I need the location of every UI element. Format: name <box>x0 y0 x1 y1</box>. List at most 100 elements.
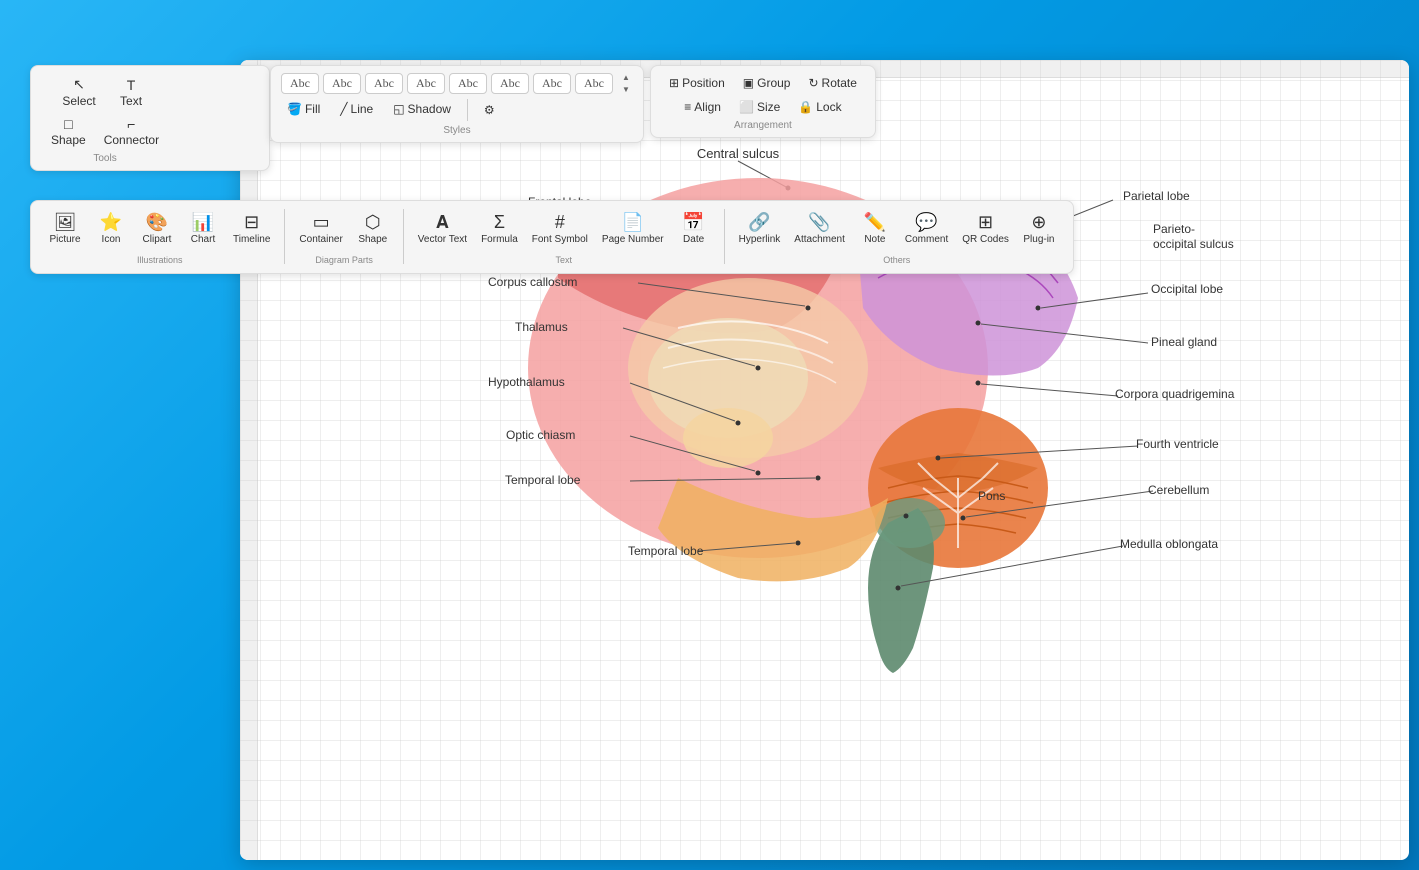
picture-btn[interactable]: 🖼 Picture <box>43 209 87 249</box>
svg-text:Occipital lobe: Occipital lobe <box>1151 282 1223 296</box>
date-btn[interactable]: 📅 Date <box>672 209 716 249</box>
brain-title: Central sulcus <box>697 146 780 161</box>
container-icon: ▭ <box>313 213 330 231</box>
comment-btn[interactable]: 💬 Comment <box>899 209 954 249</box>
styles-label: Styles <box>281 125 633 136</box>
font-symbol-btn[interactable]: # Font Symbol <box>526 209 594 249</box>
toolbar-insert: 🖼 Picture ⭐ Icon 🎨 Clipart 📊 Chart ⊟ Tim… <box>30 200 1074 274</box>
style-chip-3[interactable]: Abc <box>365 73 403 94</box>
plugin-btn[interactable]: ⊕ Plug-in <box>1017 209 1061 249</box>
svg-text:Pineal gland: Pineal gland <box>1151 335 1217 349</box>
formula-icon: Σ <box>494 213 505 231</box>
style-chip-6[interactable]: Abc <box>491 73 529 94</box>
date-icon: 📅 <box>682 213 704 231</box>
shape-icon: □ <box>64 116 72 132</box>
styles-up-arrow[interactable]: ▲ <box>619 72 633 83</box>
style-chip-5[interactable]: Abc <box>449 73 487 94</box>
text-tool[interactable]: T Text <box>106 73 156 112</box>
style-chip-2[interactable]: Abc <box>323 73 361 94</box>
diagram-parts-section: ▭ Container ⬡ Shape Diagram Parts <box>293 209 394 265</box>
style-chip-8[interactable]: Abc <box>575 73 613 94</box>
group-btn[interactable]: ▣ Group <box>735 72 799 94</box>
position-icon: ⊞ <box>669 76 679 90</box>
style-chip-7[interactable]: Abc <box>533 73 571 94</box>
svg-text:Temporal lobe: Temporal lobe <box>628 544 704 558</box>
hyperlink-icon: 🔗 <box>748 213 770 231</box>
shape-insert-icon: ⬡ <box>365 213 381 231</box>
attachment-btn[interactable]: 📎 Attachment <box>788 209 851 249</box>
settings-icon: ⚙ <box>484 103 495 117</box>
note-icon: ✏️ <box>864 213 886 231</box>
svg-text:Thalamus: Thalamus <box>515 320 568 334</box>
attachment-icon: 📎 <box>808 213 830 231</box>
svg-text:Hypothalamus: Hypothalamus <box>488 375 565 389</box>
style-chip-1[interactable]: Abc <box>281 73 319 94</box>
others-label: Others <box>883 255 910 265</box>
clipart-btn[interactable]: 🎨 Clipart <box>135 209 179 249</box>
canvas-content: Central sulcus <box>258 78 1409 860</box>
note-btn[interactable]: ✏️ Note <box>853 209 897 249</box>
illustrations-section: 🖼 Picture ⭐ Icon 🎨 Clipart 📊 Chart ⊟ Tim… <box>43 209 276 265</box>
svg-text:occipital sulcus: occipital sulcus <box>1153 237 1234 251</box>
rotate-btn[interactable]: ↻ Rotate <box>800 72 864 94</box>
styles-down-arrow[interactable]: ▼ <box>619 84 633 95</box>
styles-settings-btn[interactable]: ⚙ <box>478 99 501 121</box>
line-btn[interactable]: ╱ Line <box>334 99 379 119</box>
vector-text-btn[interactable]: 𝐀 Vector Text <box>412 209 473 249</box>
text-insert-section: 𝐀 Vector Text Σ Formula # Font Symbol 📄 … <box>412 209 716 265</box>
font-symbol-icon: # <box>555 213 565 231</box>
timeline-btn[interactable]: ⊟ Timeline <box>227 209 276 249</box>
picture-icon: 🖼 <box>54 213 77 231</box>
shadow-btn[interactable]: ◱ Shadow <box>387 99 457 119</box>
select-tool[interactable]: ↖ Select <box>54 72 104 112</box>
text-icon: T <box>127 77 136 93</box>
page-number-btn[interactable]: 📄 Page Number <box>596 209 670 249</box>
svg-text:Fourth ventricle: Fourth ventricle <box>1136 437 1219 451</box>
connector-tool[interactable]: ⌐ Connector <box>96 112 167 151</box>
svg-text:Cerebellum: Cerebellum <box>1148 483 1209 497</box>
qr-icon: ⊞ <box>978 213 993 231</box>
style-chip-4[interactable]: Abc <box>407 73 445 94</box>
others-section: 🔗 Hyperlink 📎 Attachment ✏️ Note 💬 Comme… <box>733 209 1061 265</box>
chart-icon: 📊 <box>192 213 214 231</box>
svg-text:Corpora quadrigemina: Corpora quadrigemina <box>1115 387 1235 401</box>
shape-insert-btn[interactable]: ⬡ Shape <box>351 209 395 249</box>
shadow-icon: ◱ <box>393 102 404 116</box>
container-btn[interactable]: ▭ Container <box>293 209 348 249</box>
fill-icon: 🪣 <box>287 102 302 116</box>
formula-btn[interactable]: Σ Formula <box>475 209 524 249</box>
align-btn[interactable]: ≡ Align <box>676 96 729 118</box>
tools-label: Tools <box>93 153 116 164</box>
page-number-icon: 📄 <box>622 213 644 231</box>
size-btn[interactable]: ⬜ Size <box>731 96 788 118</box>
cursor-icon: ↖ <box>73 76 85 93</box>
qr-codes-btn[interactable]: ⊞ QR Codes <box>956 209 1015 249</box>
icon-btn[interactable]: ⭐ Icon <box>89 209 133 249</box>
fill-btn[interactable]: 🪣 Fill <box>281 99 326 119</box>
group-icon: ▣ <box>743 76 754 90</box>
size-icon: ⬜ <box>739 100 754 114</box>
rotate-icon: ↻ <box>808 76 818 90</box>
text-label: Text <box>555 255 572 265</box>
comment-icon: 💬 <box>915 213 937 231</box>
styles-dropdown[interactable]: ▲ ▼ <box>619 72 633 95</box>
svg-text:Pons: Pons <box>978 489 1005 503</box>
main-canvas: Central sulcus <box>240 60 1409 860</box>
svg-text:Temporal lobe: Temporal lobe <box>505 473 581 487</box>
plugin-icon: ⊕ <box>1031 213 1046 231</box>
clipart-icon: 🎨 <box>146 213 168 231</box>
illustrations-label: Illustrations <box>137 255 183 265</box>
hyperlink-btn[interactable]: 🔗 Hyperlink <box>733 209 787 249</box>
position-btn[interactable]: ⊞ Position <box>661 72 733 94</box>
chart-btn[interactable]: 📊 Chart <box>181 209 225 249</box>
icon-icon: ⭐ <box>100 213 122 231</box>
lock-icon: 🔒 <box>798 100 813 114</box>
toolbar-tools: ↖ Select T Text □ Shape ⌐ Connector Tool… <box>30 65 270 171</box>
svg-text:Parietal lobe: Parietal lobe <box>1123 189 1190 203</box>
diagram-parts-label: Diagram Parts <box>315 255 373 265</box>
connector-icon: ⌐ <box>127 116 135 132</box>
align-icon: ≡ <box>684 100 691 114</box>
shape-tool[interactable]: □ Shape <box>43 112 94 151</box>
svg-text:Optic chiasm: Optic chiasm <box>506 428 575 442</box>
lock-btn[interactable]: 🔒 Lock <box>790 96 849 118</box>
